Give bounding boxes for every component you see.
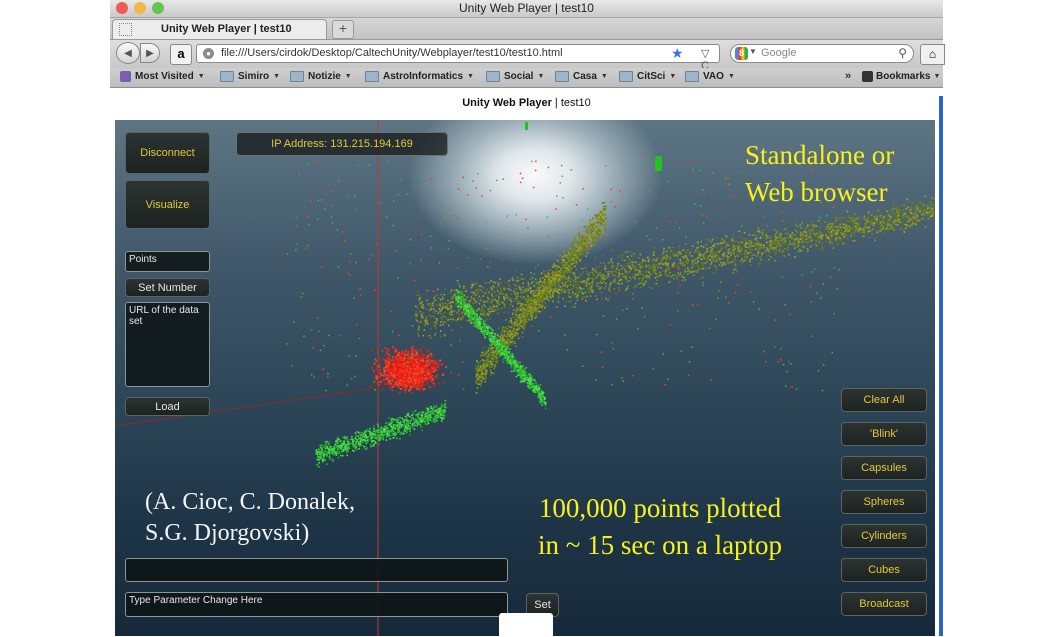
- chevron-down-icon: ▼: [933, 73, 941, 80]
- chevron-down-icon: ▼: [727, 73, 735, 80]
- caption-line: (A. Cioc, C. Donalek,: [145, 489, 355, 515]
- blink-button[interactable]: 'Blink': [841, 422, 927, 446]
- caption-line: 100,000 points plotted: [538, 493, 782, 523]
- google-icon[interactable]: 8: [735, 47, 748, 60]
- bookmark-notizie[interactable]: Notizie ▼: [290, 71, 352, 82]
- folder-icon: [486, 71, 500, 82]
- bookmark-citsci[interactable]: CitSci ▼: [619, 71, 676, 82]
- page-icon: [119, 23, 132, 36]
- bookmark-label: Simiro: [238, 71, 270, 82]
- site-identity-icon: ●: [203, 48, 214, 59]
- folder-icon: [555, 71, 569, 82]
- bookmarks-menu-button[interactable]: Bookmarks ▼: [862, 71, 940, 82]
- bookmark-star-icon[interactable]: ★: [671, 45, 684, 62]
- unity-player[interactable]: IP Address: 131.215.194.169 Disconnect V…: [115, 120, 935, 636]
- bookmark-social[interactable]: Social ▼: [486, 71, 544, 82]
- scrollbar[interactable]: [939, 96, 943, 636]
- capsules-button[interactable]: Capsules: [841, 456, 927, 480]
- search-placeholder: Google: [761, 47, 797, 59]
- bookmark-label: VAO: [703, 71, 724, 82]
- bookmark-label: Most Visited: [135, 71, 194, 82]
- chevron-down-icon: ▼: [600, 73, 608, 80]
- tab-strip: Unity Web Player | test10 +: [110, 18, 943, 40]
- bookmark-most-visited[interactable]: Most Visited ▼: [120, 71, 205, 82]
- folder-icon: [220, 71, 234, 82]
- bookmark-label: AstroInformatics: [383, 71, 464, 82]
- bookmarks-toolbar: Most Visited ▼ Simiro ▼ Notizie ▼ AstroI…: [110, 68, 943, 88]
- folder-icon: [619, 71, 633, 82]
- standalone-caption: Standalone or Web browser: [745, 137, 894, 211]
- bookmark-label: Casa: [573, 71, 597, 82]
- page-title-rest: | test10: [551, 97, 591, 109]
- green-capsule-marker: [525, 122, 528, 130]
- parameter-field[interactable]: Type Parameter Change Here: [125, 592, 508, 617]
- clear-all-button[interactable]: Clear All: [841, 388, 927, 412]
- address-bar[interactable]: ● file:///Users/cirdok/Desktop/CaltechUn…: [196, 44, 720, 72]
- back-button[interactable]: ◀: [116, 42, 140, 64]
- most-visited-icon: [120, 71, 131, 82]
- load-button[interactable]: Load: [125, 397, 210, 416]
- chevron-down-icon: ▼: [273, 73, 281, 80]
- home-button[interactable]: ⌂: [920, 44, 945, 65]
- chevron-down-icon: ▼: [197, 73, 205, 80]
- set-number-button[interactable]: Set Number: [125, 278, 210, 297]
- bookmark-vao[interactable]: VAO ▼: [685, 71, 735, 82]
- points-caption: 100,000 points plotted in ~ 15 sec on a …: [538, 490, 782, 564]
- title-bar: Unity Web Player | test10: [110, 0, 943, 18]
- data-url-field[interactable]: URL of the data set: [125, 302, 210, 387]
- page-title: Unity Web Player | test10: [110, 97, 943, 109]
- folder-icon: [365, 71, 379, 82]
- back-arrow-icon: ◀: [124, 48, 132, 59]
- caption-line: Standalone or: [745, 140, 895, 170]
- bookmark-casa[interactable]: Casa ▼: [555, 71, 608, 82]
- tab-label: Unity Web Player | test10: [161, 23, 292, 35]
- window-title: Unity Web Player | test10: [459, 1, 594, 15]
- cubes-button[interactable]: Cubes: [841, 558, 927, 582]
- broadcast-button[interactable]: Broadcast: [841, 592, 927, 616]
- bookmarks-overflow-button[interactable]: »: [845, 70, 851, 82]
- bookmark-label: CitSci: [637, 71, 666, 82]
- caption-line: in ~ 15 sec on a laptop: [538, 530, 783, 560]
- overlay-patch: [499, 613, 553, 636]
- navigation-toolbar: ◀ ▶ a ● file:///Users/cirdok/Desktop/Cal…: [110, 40, 945, 72]
- new-tab-button[interactable]: +: [332, 20, 354, 39]
- folder-icon: [685, 71, 699, 82]
- bookmark-label: Notizie: [308, 71, 341, 82]
- spheres-button[interactable]: Spheres: [841, 490, 927, 514]
- folder-icon: [290, 71, 304, 82]
- caption-line: S.G. Djorgovski): [145, 520, 310, 546]
- command-field[interactable]: [125, 558, 508, 582]
- amazon-button[interactable]: a: [170, 44, 192, 65]
- disconnect-button[interactable]: Disconnect: [125, 132, 210, 174]
- chevron-down-icon: ▼: [467, 73, 474, 80]
- chevron-down-icon: ▼: [669, 73, 677, 80]
- caption-line: Web browser: [745, 177, 888, 207]
- bookmarks-menu-label: Bookmarks: [876, 71, 931, 82]
- amazon-icon: a: [177, 46, 185, 61]
- bookmarks-icon: [862, 71, 873, 82]
- chevron-down-icon: ▼: [537, 73, 545, 80]
- search-icon[interactable]: ⚲: [898, 46, 907, 60]
- credit-caption: (A. Cioc, C. Donalek, S.G. Djorgovski): [145, 487, 355, 549]
- points-field[interactable]: Points: [125, 251, 210, 272]
- page-title-bold: Unity Web Player: [462, 97, 552, 109]
- tab-unity-web-player[interactable]: Unity Web Player | test10: [112, 19, 327, 39]
- bookmark-label: Social: [504, 71, 534, 82]
- chevron-down-icon[interactable]: ▼: [749, 47, 757, 56]
- bookmark-astroinformatics[interactable]: AstroInformatics ▼: [365, 71, 474, 82]
- ip-address-display: IP Address: 131.215.194.169: [236, 132, 448, 156]
- cylinders-button[interactable]: Cylinders: [841, 524, 927, 548]
- forward-arrow-icon: ▶: [146, 48, 154, 59]
- url-text: file:///Users/cirdok/Desktop/CaltechUnit…: [221, 47, 563, 59]
- bookmark-simiro[interactable]: Simiro ▼: [220, 71, 280, 82]
- forward-button[interactable]: ▶: [140, 43, 160, 63]
- search-bar[interactable]: 8 ▼ Google ⚲: [730, 44, 914, 63]
- home-icon: ⌂: [928, 47, 937, 61]
- chevron-down-icon: ▼: [344, 73, 352, 80]
- visualize-button[interactable]: Visualize: [125, 180, 210, 229]
